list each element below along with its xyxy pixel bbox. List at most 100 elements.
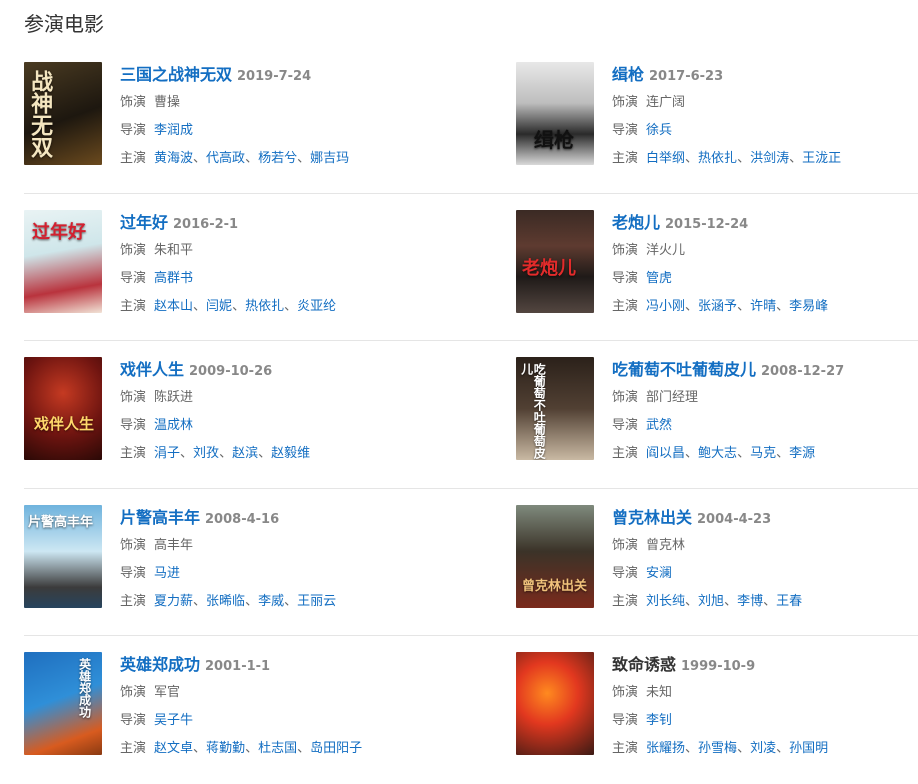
cast-member-link[interactable]: 阎以昌	[646, 446, 685, 461]
director-label: 导演	[612, 123, 639, 138]
cast-label: 主演	[120, 298, 147, 314]
cast-member-link[interactable]: 鲍大志	[698, 446, 737, 461]
movie-poster[interactable]: 缉枪	[516, 62, 594, 165]
movie-poster[interactable]	[516, 652, 594, 755]
movie-title-link[interactable]: 缉枪	[612, 65, 644, 84]
cast-member-link[interactable]: 赵文卓	[154, 741, 193, 756]
cast-member-link[interactable]: 代高政	[206, 151, 245, 166]
role-value: 军官	[154, 685, 181, 700]
movie-title-link[interactable]: 吃葡萄不吐葡萄皮儿	[612, 360, 756, 379]
movie-title-line: 过年好 2016-2-1	[120, 210, 450, 236]
role-label: 饰演	[120, 242, 147, 258]
cast-member-link[interactable]: 许晴	[750, 299, 776, 314]
movie-title-line: 片警高丰年 2008-4-16	[120, 505, 450, 531]
movie-poster[interactable]: 英雄郑成功	[24, 652, 102, 755]
cast-member-link[interactable]: 赵本山	[154, 299, 193, 314]
movie-release-date: 2016-2-1	[173, 216, 239, 232]
director-label: 导演	[612, 270, 639, 286]
cast-separator: 、	[737, 298, 751, 314]
movie-poster[interactable]: 戏伴人生	[24, 357, 102, 460]
cast-member-link[interactable]: 洪剑涛	[750, 151, 789, 166]
movie-title-link[interactable]: 戏伴人生	[120, 360, 184, 379]
role-label: 饰演	[120, 390, 147, 405]
movie-role-line: 饰演 未知	[612, 678, 918, 706]
movie-title-link[interactable]: 英雄郑成功	[120, 655, 200, 674]
cast-separator: 、	[763, 593, 777, 609]
cast-member-link[interactable]: 张涵予	[698, 299, 737, 314]
movie-title-link[interactable]: 片警高丰年	[120, 508, 200, 527]
director-link[interactable]: 李钊	[646, 713, 672, 728]
cast-member-link[interactable]: 张耀扬	[646, 741, 685, 756]
cast-member-link[interactable]: 李威	[258, 594, 284, 609]
movie-cast-line: 主演 黄海波、代高政、杨若兮、娜吉玛	[120, 144, 450, 172]
cast-member-link[interactable]: 杨若兮	[258, 151, 297, 166]
cast-member-link[interactable]: 孙雪梅	[698, 741, 737, 756]
movie-title-line: 老炮儿 2015-12-24	[612, 210, 918, 236]
director-link[interactable]: 徐兵	[646, 123, 672, 138]
cast-member-link[interactable]: 白举纲	[646, 151, 685, 166]
cast-member-link[interactable]: 岛田阳子	[310, 741, 362, 756]
cast-member-link[interactable]: 炎亚纶	[297, 299, 336, 314]
movie-poster[interactable]: 老炮儿	[516, 209, 594, 313]
cast-member-link[interactable]: 马克	[750, 446, 776, 461]
cast-separator: 、	[245, 151, 259, 166]
movie-title-link[interactable]: 曾克林出关	[612, 508, 692, 527]
director-link[interactable]: 武然	[646, 418, 672, 433]
cast-member-link[interactable]: 闫妮	[206, 299, 232, 314]
director-label: 导演	[120, 418, 147, 433]
cast-member-link[interactable]: 热依扎	[698, 151, 737, 166]
movie-director-line: 导演 徐兵	[612, 116, 918, 144]
cast-member-link[interactable]: 李源	[789, 446, 815, 461]
director-link[interactable]: 温成林	[154, 418, 193, 433]
director-link[interactable]: 管虎	[646, 271, 672, 286]
cast-member-link[interactable]: 王泷正	[802, 151, 841, 166]
movie-title-link[interactable]: 三国之战神无双	[120, 65, 232, 84]
movie-director-line: 导演 李钊	[612, 706, 918, 734]
movie-title-link[interactable]: 老炮儿	[612, 213, 660, 232]
cast-member-link[interactable]: 孙国明	[789, 741, 828, 756]
cast-separator: 、	[737, 446, 751, 461]
role-value: 朱和平	[154, 242, 194, 258]
cast-member-link[interactable]: 刘旭	[698, 594, 724, 609]
cast-member-link[interactable]: 刘长纯	[646, 594, 685, 609]
cast-separator: 、	[789, 151, 803, 166]
movie-director-line: 导演 高群书	[120, 264, 450, 292]
movie-title-link[interactable]: 过年好	[120, 213, 168, 232]
role-value: 高丰年	[154, 537, 194, 553]
director-link[interactable]: 马进	[154, 566, 180, 581]
movie-poster[interactable]: 曾克林出关	[516, 504, 594, 608]
movie-info: 戏伴人生 2009-10-26 饰演 陈跃进 导演 温成林 主演 涓子、刘孜、赵滨、赵毅维	[120, 357, 450, 467]
movie-poster[interactable]: 片警高丰年	[24, 504, 102, 608]
cast-member-link[interactable]: 赵滨	[232, 446, 258, 461]
cast-member-link[interactable]: 热依扎	[245, 299, 284, 314]
role-value: 部门经理	[646, 390, 699, 405]
cast-member-link[interactable]: 蒋勤勤	[206, 741, 245, 756]
cast-member-link[interactable]: 李易峰	[789, 299, 828, 314]
cast-member-link[interactable]: 冯小刚	[646, 299, 685, 314]
movie-poster[interactable]: 过年好	[24, 209, 102, 313]
movie-poster[interactable]: 战神无双	[24, 62, 102, 165]
cast-member-link[interactable]: 娜吉玛	[310, 151, 349, 166]
cast-member-link[interactable]: 刘孜	[193, 446, 219, 461]
movie-cast-line: 主演 刘长纯、刘旭、李博、王春	[612, 587, 918, 615]
cast-member-link[interactable]: 杜志国	[258, 741, 297, 756]
cast-member-link[interactable]: 李博	[737, 594, 763, 609]
movie-poster[interactable]: 吃葡萄不吐葡萄皮儿	[516, 357, 594, 460]
movie-role-line: 饰演 军官	[120, 678, 450, 706]
cast-member-link[interactable]: 刘凌	[750, 741, 776, 756]
cast-member-link[interactable]: 夏力薪	[154, 594, 193, 609]
cast-member-link[interactable]: 黄海波	[154, 151, 193, 166]
cast-separator: 、	[737, 741, 751, 756]
cast-member-link[interactable]: 赵毅维	[271, 446, 310, 461]
cast-member-link[interactable]: 张晞临	[206, 594, 245, 609]
cast-label: 主演	[612, 741, 639, 756]
cast-label: 主演	[612, 593, 639, 609]
director-link[interactable]: 安澜	[646, 566, 672, 581]
director-link[interactable]: 吴子牛	[154, 713, 193, 728]
cast-member-link[interactable]: 王春	[776, 594, 802, 609]
director-link[interactable]: 李润成	[154, 123, 193, 138]
movie-release-date: 2017-6-23	[649, 69, 724, 84]
cast-member-link[interactable]: 涓子	[154, 446, 180, 461]
cast-member-link[interactable]: 王丽云	[297, 594, 336, 609]
director-link[interactable]: 高群书	[154, 271, 193, 286]
